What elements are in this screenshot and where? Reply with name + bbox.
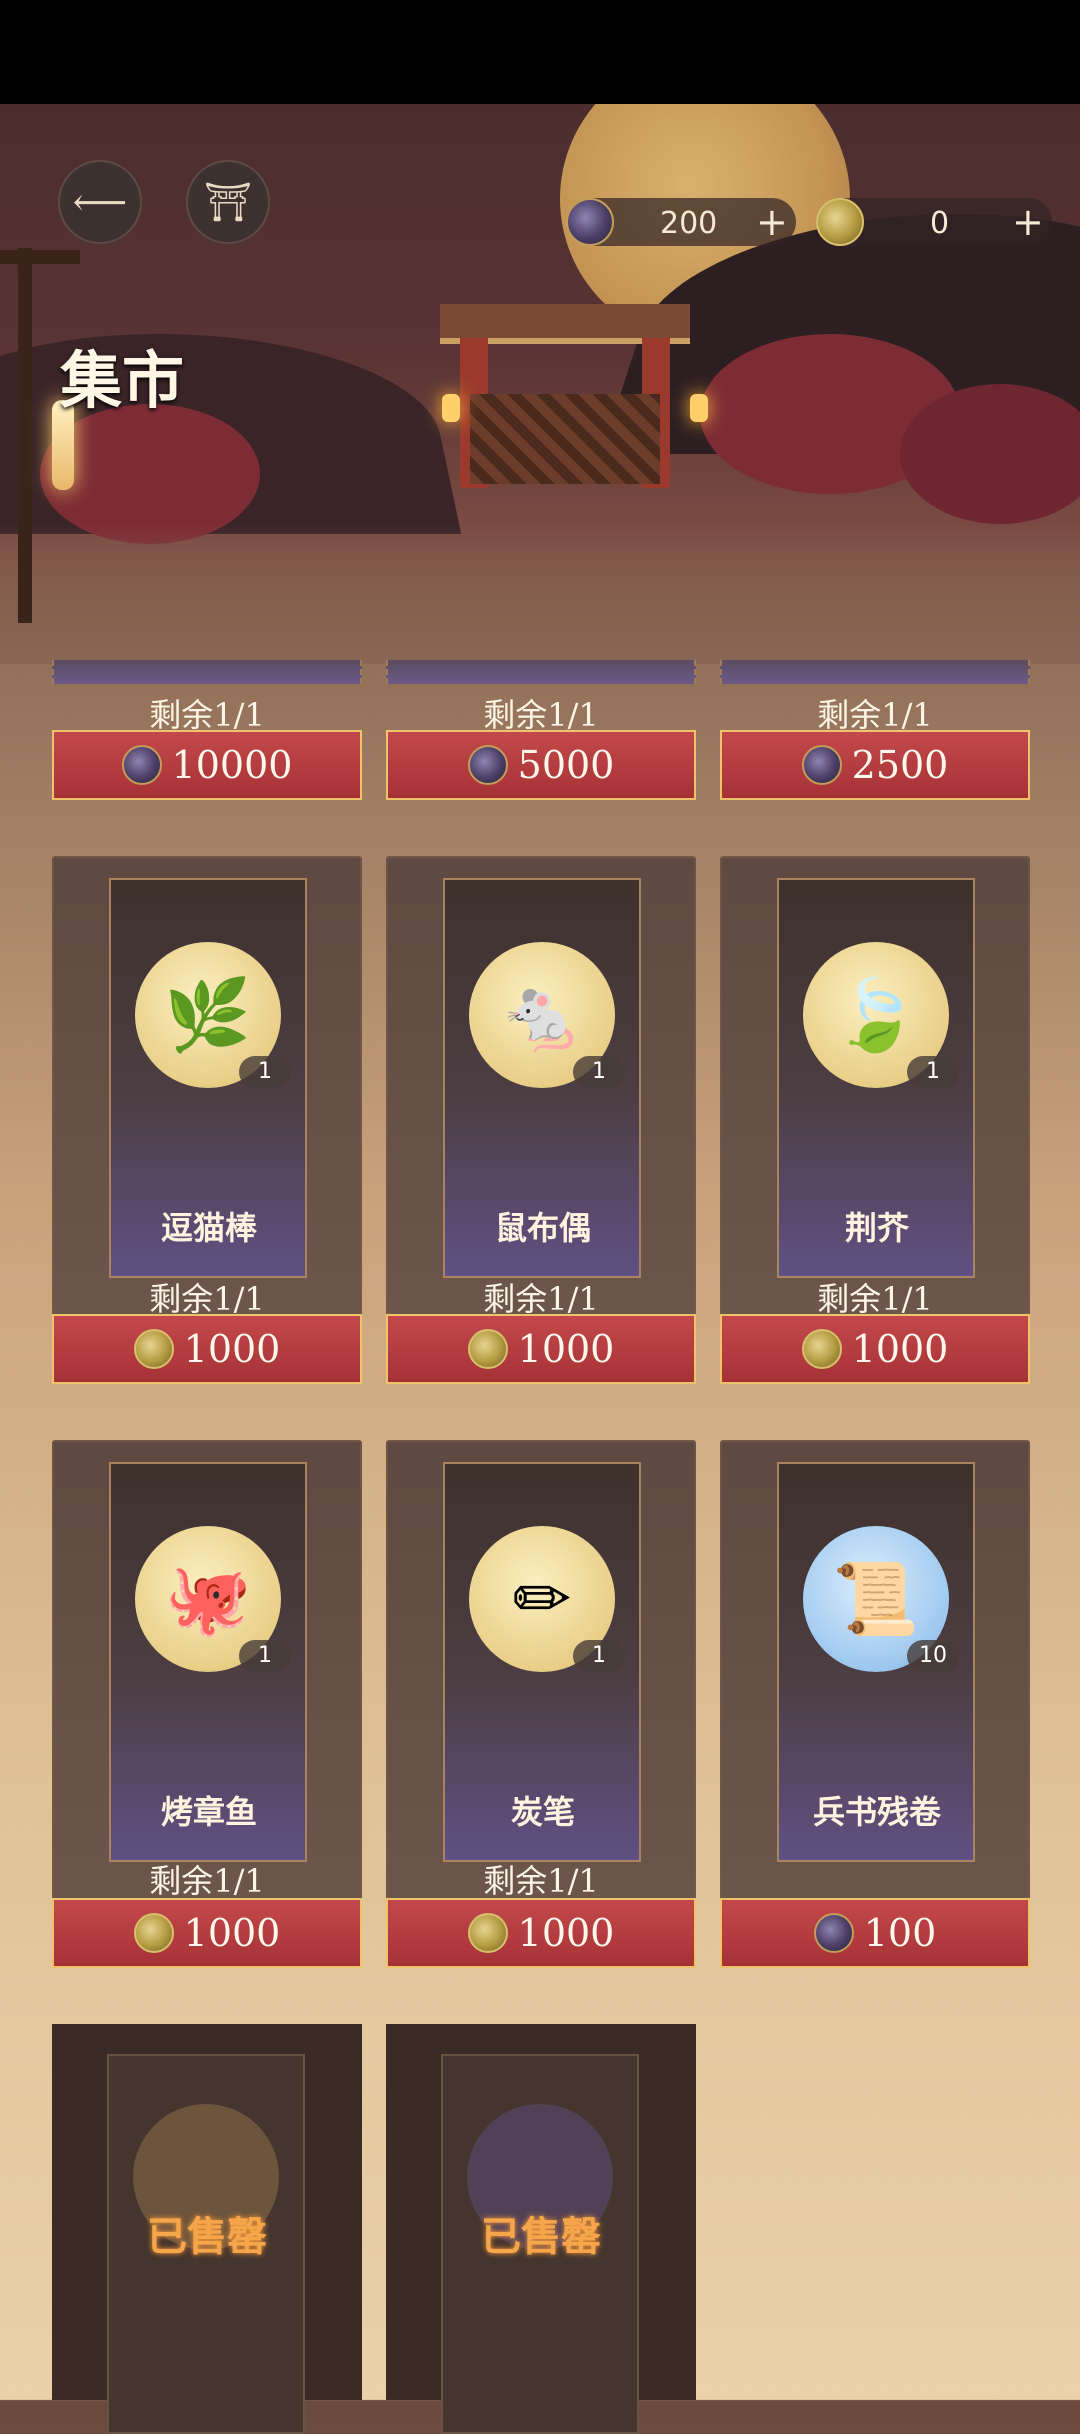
item-name: 兵书残卷 — [812, 1793, 941, 1831]
back-arrow-icon: ⟵ — [72, 180, 128, 224]
add-gem-button[interactable]: + — [756, 200, 788, 244]
item-card[interactable]: 📜 10 兵书残卷 — [720, 1440, 1030, 1960]
buy-button[interactable]: 2500 — [720, 730, 1030, 800]
gem-currency-icon — [121, 745, 162, 785]
item-name: 烤章鱼 — [160, 1793, 257, 1831]
price-value: 100 — [863, 1911, 937, 1955]
item-name: 炭笔 — [510, 1793, 575, 1831]
gold-currency-bar: 0 + — [816, 198, 1052, 246]
gold-coin-icon — [816, 198, 864, 246]
remaining-count: 剩余1/1 — [149, 1862, 265, 1900]
sold-out-label: 已售罄 — [147, 2213, 267, 2260]
gem-currency-icon — [467, 745, 508, 785]
buy-button[interactable]: 1000 — [386, 1314, 696, 1384]
remaining-count: 剩余1/1 — [483, 1862, 599, 1900]
buy-button[interactable]: 1000 — [386, 1898, 696, 1968]
item-quantity: 1 — [907, 1056, 959, 1088]
market-gate — [440, 304, 690, 494]
price-value: 2500 — [851, 743, 949, 787]
price-value: 1000 — [517, 1327, 615, 1371]
tree — [900, 384, 1080, 524]
gold-coin-icon — [133, 1329, 174, 1369]
buy-button[interactable]: 5000 — [386, 730, 696, 800]
sold-out-label: 已售罄 — [481, 2213, 601, 2260]
buy-button[interactable]: 100 — [720, 1898, 1030, 1968]
home-button[interactable]: ⛩ — [186, 160, 270, 244]
price-value: 1000 — [517, 1911, 615, 1955]
price-value: 5000 — [517, 743, 615, 787]
item-quantity: 1 — [239, 1640, 291, 1672]
buy-button[interactable]: 1000 — [720, 1314, 1030, 1384]
price-value: 1000 — [851, 1327, 949, 1371]
lamp-post — [18, 248, 32, 623]
sold-out-card: 已售罄 — [52, 2024, 362, 2434]
item-card-partial — [52, 660, 362, 684]
add-gold-button[interactable]: + — [1012, 200, 1044, 244]
item-card-partial — [720, 660, 1030, 684]
item-card-partial — [386, 660, 696, 684]
lantern — [442, 394, 460, 422]
sold-out-card: 已售罄 — [386, 2024, 696, 2434]
buy-button[interactable]: 10000 — [52, 730, 362, 800]
item-name: 荆芥 — [844, 1209, 909, 1247]
gold-coin-icon — [467, 1329, 508, 1369]
item-quantity: 1 — [573, 1056, 625, 1088]
gem-balance: 200 — [660, 206, 718, 241]
price-value: 1000 — [183, 1911, 281, 1955]
pavilion-icon: ⛩ — [203, 179, 253, 224]
gem-currency-icon — [801, 745, 842, 785]
gem-currency-icon — [566, 198, 614, 246]
gold-coin-icon — [801, 1329, 842, 1369]
page-title: 集市 — [60, 344, 185, 417]
price-value: 10000 — [171, 743, 293, 787]
ground — [0, 524, 1080, 664]
back-button[interactable]: ⟵ — [58, 160, 142, 244]
price-value: 1000 — [183, 1327, 281, 1371]
gold-coin-icon — [467, 1913, 508, 1953]
item-name: 鼠布偶 — [494, 1209, 591, 1247]
lamp-post-bar — [0, 250, 80, 264]
status-bar — [0, 0, 1080, 104]
item-quantity: 1 — [573, 1640, 625, 1672]
gold-balance: 0 — [930, 206, 950, 241]
buy-button[interactable]: 1000 — [52, 1898, 362, 1968]
gem-currency-icon — [813, 1913, 854, 1953]
item-quantity: 1 — [239, 1056, 291, 1088]
gold-coin-icon — [133, 1913, 174, 1953]
lantern — [690, 394, 708, 422]
item-quantity: 10 — [907, 1640, 959, 1672]
buy-button[interactable]: 1000 — [52, 1314, 362, 1384]
item-name: 逗猫棒 — [160, 1209, 257, 1247]
gate-door — [470, 394, 660, 484]
gem-currency-bar: 200 + — [566, 198, 796, 246]
